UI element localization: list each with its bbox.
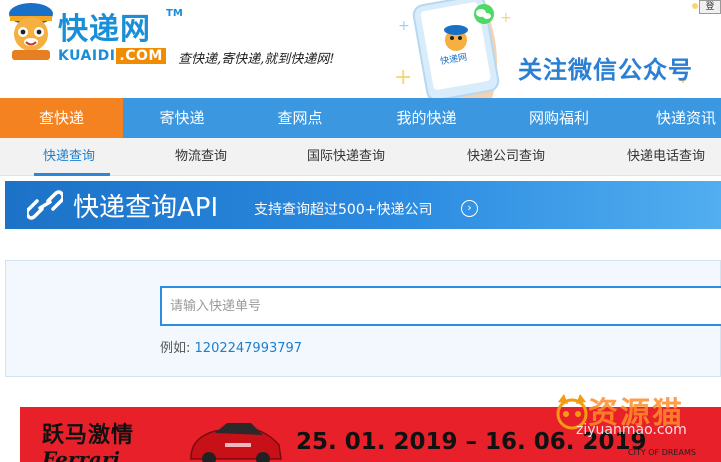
tracking-number-input[interactable] bbox=[160, 286, 721, 326]
sub-nav: 快递查询 物流查询 国际快递查询 快递公司查询 快递电话查询 bbox=[0, 138, 721, 176]
ad-brand: Ferrari bbox=[42, 447, 120, 462]
link-icon bbox=[27, 190, 63, 220]
svg-text:+: + bbox=[398, 18, 410, 34]
example-tracking-number[interactable]: 1202247993797 bbox=[195, 341, 303, 356]
tracking-search-panel: 例如: 1202247993797 bbox=[5, 260, 721, 377]
api-banner-subtitle: 支持查询超过500+快递公司 bbox=[254, 202, 433, 218]
example-label: 例如: bbox=[160, 341, 191, 356]
api-banner-title: 快递查询API bbox=[73, 193, 219, 223]
nav-item-send[interactable]: 寄快递 bbox=[123, 98, 241, 138]
subnav-active-indicator bbox=[34, 173, 110, 176]
ad-title: 跃马激情 bbox=[42, 423, 135, 448]
subnav-item-express-query[interactable]: 快递查询 bbox=[43, 138, 95, 176]
car-image-icon bbox=[190, 423, 282, 462]
logo-domain[interactable]: KUAIDI .COM bbox=[58, 48, 166, 64]
wechat-follow-text[interactable]: 关注微信公众号 bbox=[518, 50, 693, 85]
ad-city-text: CITY OF DREAMS bbox=[628, 448, 696, 457]
corner-login-button[interactable]: 登 bbox=[699, 0, 721, 14]
svg-text:+: + bbox=[394, 65, 412, 90]
logo-domain-suffix: .COM bbox=[116, 48, 166, 64]
logo-domain-main: KUAIDI bbox=[58, 48, 116, 64]
logo-trademark: TM bbox=[166, 8, 183, 19]
nav-item-outlets[interactable]: 查网点 bbox=[241, 98, 359, 138]
example-hint: 例如: 1202247993797 bbox=[160, 337, 302, 356]
wechat-promo-banner[interactable]: + + + 快递网 关注微信公众号 bbox=[380, 0, 721, 98]
api-promo-banner[interactable]: 快递查询API 支持查询超过500+快递公司 › bbox=[5, 181, 721, 229]
site-slogan: 查快递,寄快递,就到快递网! bbox=[178, 52, 335, 67]
logo-title[interactable]: 快递网 bbox=[58, 4, 151, 48]
subnav-item-phone-query[interactable]: 快递电话查询 bbox=[627, 138, 705, 176]
nav-item-track[interactable]: 查快递 bbox=[0, 98, 123, 138]
svg-text:+: + bbox=[500, 10, 512, 26]
mascot-logo-icon[interactable] bbox=[2, 0, 60, 62]
subnav-item-logistics-query[interactable]: 物流查询 bbox=[175, 138, 227, 176]
main-nav: 查快递 寄快递 查网点 我的快递 网购福利 快递资讯 bbox=[0, 98, 721, 138]
chevron-right-circle-icon[interactable]: › bbox=[461, 200, 478, 217]
watermark: 资源猫 ziyuanmao.com CITY OF DREAMS bbox=[548, 388, 721, 462]
nav-item-shopping-deals[interactable]: 网购福利 bbox=[494, 98, 624, 138]
site-header: 快递网 TM KUAIDI.COM 查快递,寄快递,就到快递网! + + + bbox=[0, 0, 721, 98]
watermark-url: ziyuanmao.com bbox=[576, 422, 687, 438]
nav-item-my-express[interactable]: 我的快递 bbox=[359, 98, 494, 138]
subnav-item-international-query[interactable]: 国际快递查询 bbox=[307, 138, 385, 176]
page: 快递网 TM KUAIDI.COM 查快递,寄快递,就到快递网! + + + bbox=[0, 0, 721, 462]
nav-item-news[interactable]: 快递资讯 bbox=[624, 98, 721, 138]
subnav-item-company-query[interactable]: 快递公司查询 bbox=[467, 138, 545, 176]
